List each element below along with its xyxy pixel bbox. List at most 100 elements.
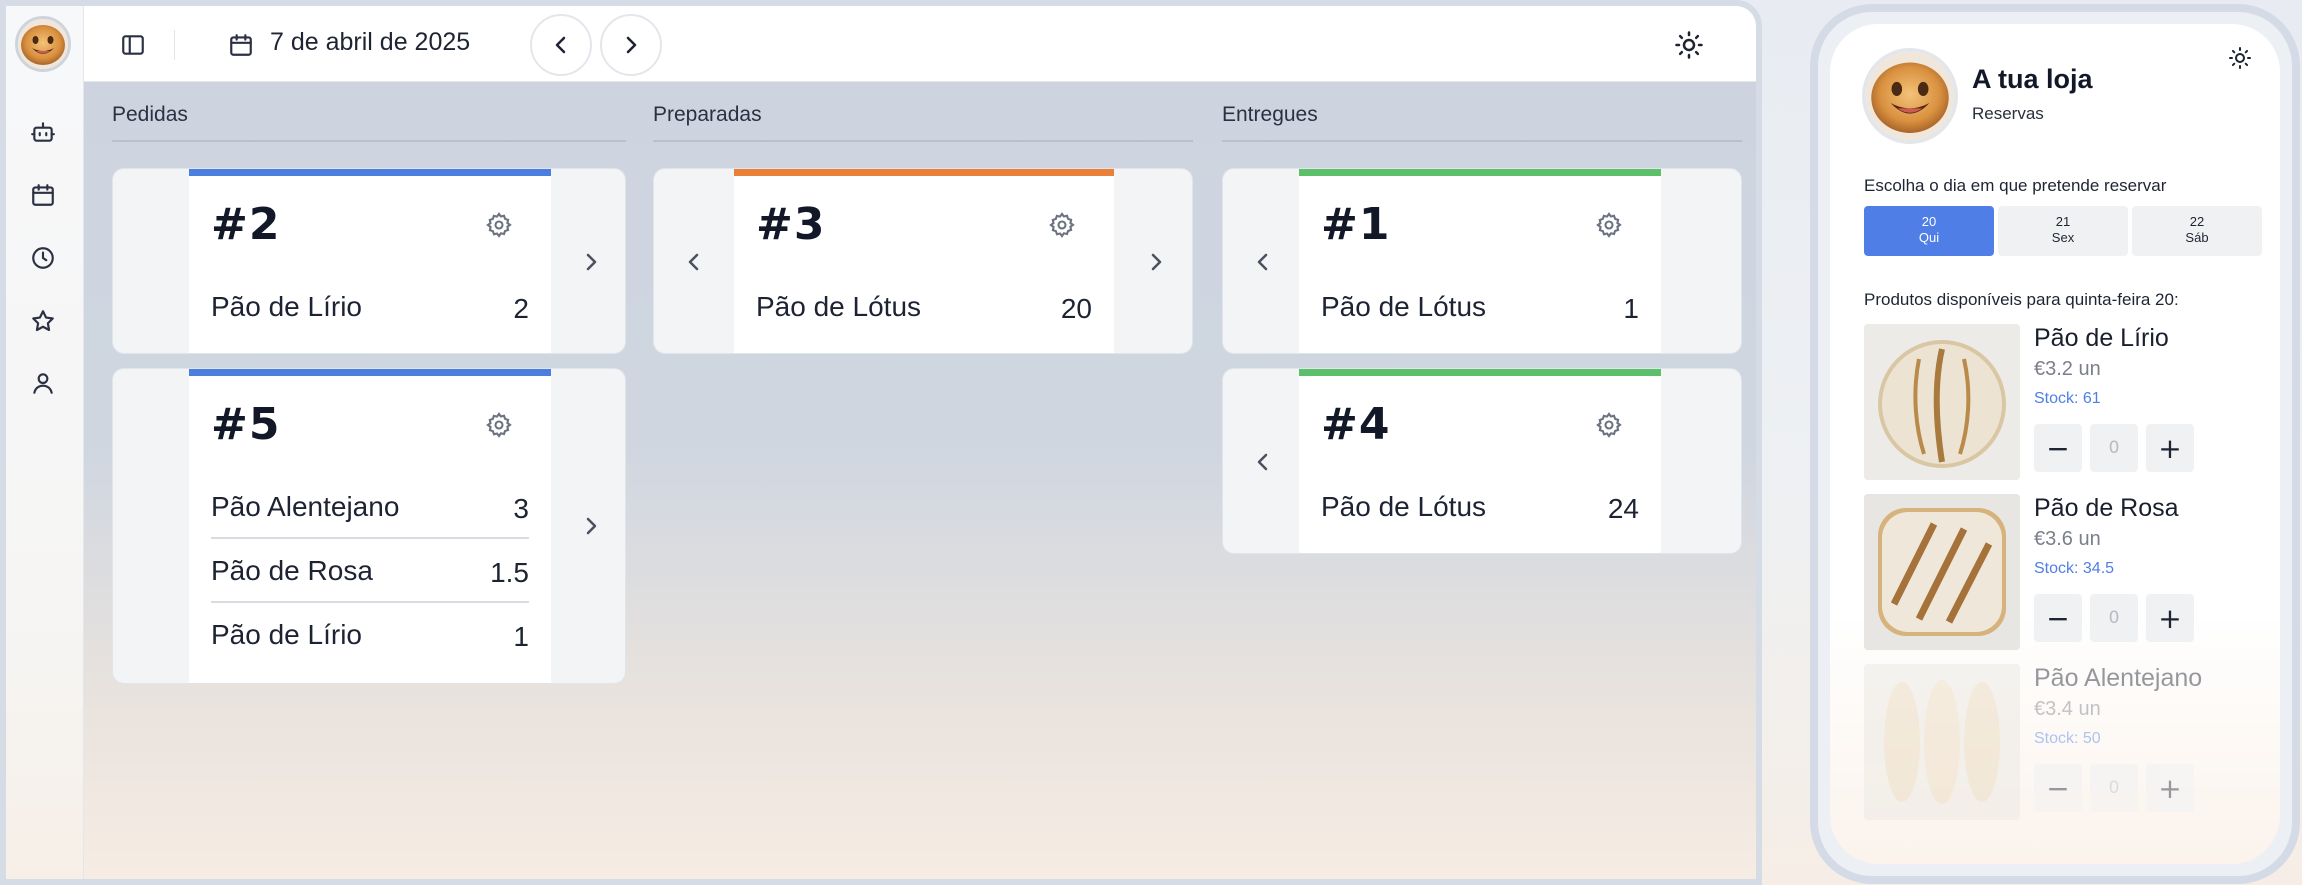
product-name: Pão de Rosa: [211, 555, 373, 586]
order-card-body: #2 Pão de Lírio 2: [189, 169, 551, 353]
order-card[interactable]: #4 Pão de Lótus 24: [1222, 368, 1742, 554]
product-name: Pão de Lótus: [756, 291, 922, 322]
status-bar: [734, 169, 1114, 176]
status-bar: [1299, 369, 1661, 376]
chevron-right-icon[interactable]: [1141, 247, 1171, 277]
status-bar: [189, 369, 551, 376]
decrement-button[interactable]: −: [2034, 424, 2082, 472]
product-qty: 20: [1060, 293, 1092, 324]
status-bar: [189, 169, 551, 176]
chevron-left-icon: [555, 36, 566, 54]
product-qty: 24: [1607, 493, 1639, 524]
product-name: Pão de Rosa: [2034, 494, 2179, 522]
chevron-left-icon[interactable]: [1248, 247, 1278, 277]
product-image: [1864, 494, 2020, 650]
product-name: Pão de Lírio: [211, 619, 362, 650]
order-number: #1: [1321, 199, 1391, 250]
product-name: Pão Alentejano: [2034, 664, 2203, 692]
choose-day-label: Escolha o dia em que pretende reservar: [1864, 176, 2167, 195]
status-bar: [1299, 169, 1661, 176]
product-stock: Stock: 50: [2034, 730, 2101, 747]
product-qty: 3: [513, 493, 529, 524]
column-title-pedidas: Pedidas: [112, 103, 188, 126]
available-products-label: Produtos disponíveis para quinta-feira 2…: [1864, 290, 2179, 309]
column-rule: [653, 140, 1193, 142]
calendar-icon[interactable]: [226, 30, 256, 60]
order-line: Pão de Lótus 24: [1321, 475, 1639, 539]
topbar: 7 de abril de 2025: [84, 6, 1756, 82]
gear-icon[interactable]: [1048, 211, 1076, 239]
sun-icon[interactable]: [1672, 28, 1706, 62]
order-card-body: #1 Pão de Lótus 1: [1299, 169, 1661, 353]
quantity-field[interactable]: 0: [2090, 424, 2138, 472]
phone-frame: A tua loja Reservas Escolha o dia em que…: [1810, 4, 2300, 884]
product-qty: 2: [513, 293, 529, 324]
product-price: €3.6 un: [2034, 528, 2101, 550]
chevron-right-icon[interactable]: [576, 247, 606, 277]
order-card[interactable]: #3 Pão de Lótus 20: [653, 168, 1193, 354]
app-window: 7 de abril de 2025 Pedidas Preparadas En…: [0, 0, 1762, 885]
clock-icon[interactable]: [28, 243, 58, 273]
increment-button[interactable]: +: [2146, 594, 2194, 642]
product-stock: Stock: 61: [2034, 390, 2101, 407]
day-button-20[interactable]: 20 Qui: [1864, 206, 1994, 256]
chevron-right-icon[interactable]: [576, 511, 606, 541]
avatar[interactable]: [15, 16, 71, 72]
store-name: A tua loja: [1972, 64, 2093, 94]
order-line: Pão Alentejano 3: [211, 475, 529, 539]
day-label: Sex: [2051, 230, 2075, 245]
order-card-body: #4 Pão de Lótus 24: [1299, 369, 1661, 553]
chevron-left-icon[interactable]: [679, 247, 709, 277]
column-rule: [1222, 140, 1742, 142]
increment-button[interactable]: +: [2146, 424, 2194, 472]
day-button-22[interactable]: 22 Sáb: [2132, 206, 2262, 256]
order-card[interactable]: #1 Pão de Lótus 1: [1222, 168, 1742, 354]
current-date[interactable]: 7 de abril de 2025: [270, 28, 470, 57]
column-title-preparadas: Preparadas: [653, 103, 762, 126]
product-item: Pão de Rosa €3.6 un Stock: 34.5 − 0 +: [1864, 494, 2264, 650]
gear-icon[interactable]: [1595, 411, 1623, 439]
order-number: #5: [211, 399, 281, 450]
product-item: Pão de Lírio €3.2 un Stock: 61 − 0 +: [1864, 324, 2264, 480]
order-line: Pão de Lótus 1: [1321, 275, 1639, 339]
product-stock: Stock: 34.5: [2034, 560, 2115, 577]
order-card[interactable]: #5 Pão Alentejano 3 Pão de Rosa 1.5 Pão …: [112, 368, 626, 684]
product-price: €3.4 un: [2034, 698, 2101, 720]
day-label: Sáb: [2185, 230, 2209, 245]
chevron-left-icon[interactable]: [1248, 447, 1278, 477]
product-image: [1864, 324, 2020, 480]
day-number: 21: [2055, 214, 2071, 229]
product-name: Pão de Lírio: [2034, 324, 2169, 352]
product-qty: 1: [513, 621, 529, 652]
bot-icon[interactable]: [28, 117, 58, 147]
sun-icon[interactable]: [2228, 46, 2252, 70]
calendar-icon[interactable]: [28, 180, 58, 210]
decrement-button[interactable]: −: [2034, 764, 2082, 812]
increment-button[interactable]: +: [2146, 764, 2194, 812]
quantity-field[interactable]: 0: [2090, 764, 2138, 812]
day-number: 20: [1921, 214, 1937, 229]
day-button-21[interactable]: 21 Sex: [1998, 206, 2128, 256]
prev-day-button[interactable]: [530, 14, 592, 76]
order-line: Pão de Lótus 20: [756, 275, 1092, 339]
next-day-button[interactable]: [600, 14, 662, 76]
gear-icon[interactable]: [485, 411, 513, 439]
gear-icon[interactable]: [1595, 211, 1623, 239]
store-avatar: [1862, 48, 1958, 144]
product-name: Pão de Lótus: [1321, 291, 1487, 322]
sidebar-toggle-icon[interactable]: [118, 30, 148, 60]
chevron-right-icon: [626, 36, 637, 54]
order-number: #4: [1321, 399, 1391, 450]
column-rule: [112, 140, 626, 142]
product-qty: 1.5: [490, 557, 529, 588]
user-icon[interactable]: [28, 368, 58, 398]
decrement-button[interactable]: −: [2034, 594, 2082, 642]
order-card[interactable]: #2 Pão de Lírio 2: [112, 168, 626, 354]
store-subtitle: Reservas: [1972, 104, 2044, 123]
quantity-field[interactable]: 0: [2090, 594, 2138, 642]
order-line: Pão de Lírio 1: [211, 603, 529, 667]
star-icon[interactable]: [28, 306, 58, 336]
product-name: Pão de Lírio: [211, 291, 362, 322]
gear-icon[interactable]: [485, 211, 513, 239]
product-image: [1864, 664, 2020, 820]
